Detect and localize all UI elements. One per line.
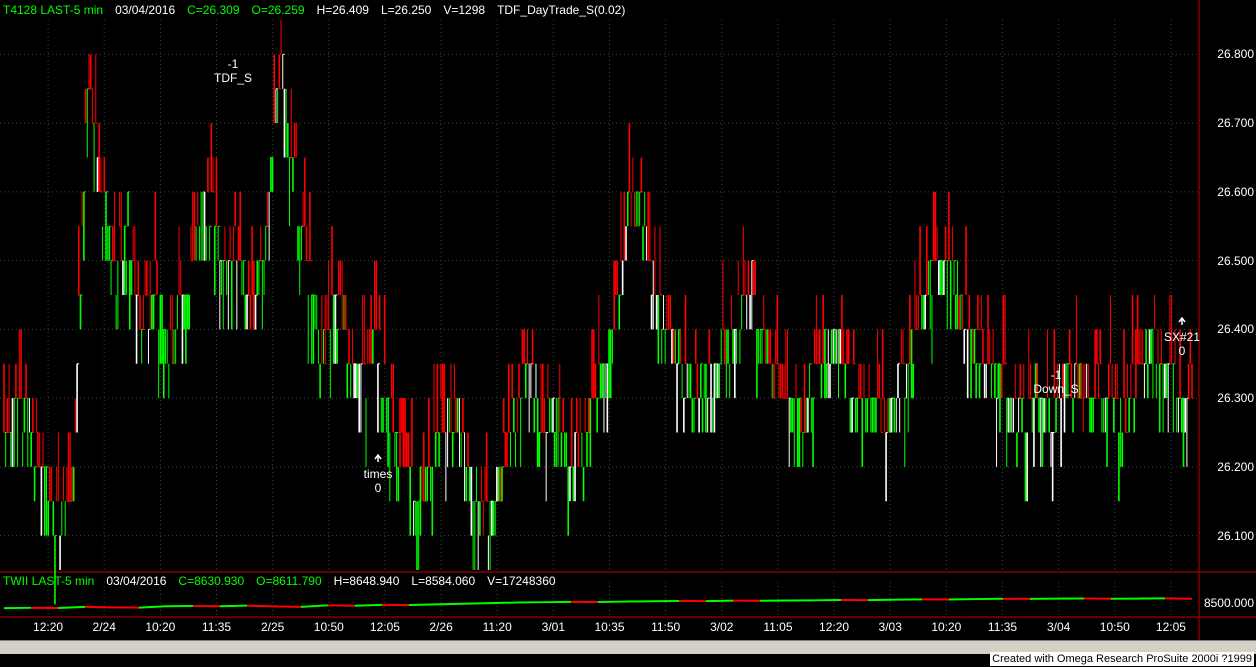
time-axis-label: 11:05: [763, 620, 793, 634]
price-axis-label: 26.700: [1217, 116, 1254, 131]
time-axis-label: 12:05: [369, 620, 400, 634]
sub-symbol: TWII LAST-5 min: [3, 574, 95, 588]
index-line-segment: [273, 605, 302, 608]
time-axis-label: 2/24: [92, 620, 116, 634]
main-volume: V=1298: [443, 3, 486, 17]
main-chart-header: T4128 LAST-5 min 03/04/2016 C=26.309 O=26.2…: [3, 3, 637, 17]
main-symbol: T4128 LAST-5 min: [3, 3, 104, 17]
annotation-times-label: times: [363, 467, 393, 481]
price-axis-label: 26.500: [1217, 253, 1254, 268]
annotation-tdf-s: -1 TDF_S: [214, 57, 252, 85]
price-axis-label: 26.100: [1217, 528, 1254, 543]
annotation-tdf-s-value: -1: [227, 57, 239, 71]
chart-window: T4128 LAST-5 min 03/04/2016 C=26.309 O=26.2…: [0, 0, 1256, 667]
main-open: O=26.259: [251, 3, 305, 17]
time-axis-label: 3/03: [878, 620, 902, 634]
index-line-segment: [435, 602, 464, 606]
price-axis-label: 26.800: [1217, 47, 1254, 62]
annotation-down-s-label: Down_S: [1033, 382, 1079, 396]
time-axis-label: 11:35: [201, 620, 232, 634]
time-axis-label: 12:05: [1155, 620, 1186, 634]
price-axis-label: 26.400: [1217, 322, 1254, 337]
annotation-times: times 0: [364, 467, 393, 495]
price-axis-label: 26.200: [1217, 459, 1254, 474]
time-axis-label: 2/25: [260, 620, 285, 634]
index-line-segment: [462, 602, 491, 605]
sub-open: O=8611.790: [256, 574, 322, 588]
index-line-segment: [138, 605, 167, 609]
annotation-down-s: -1 Down_S: [1033, 368, 1078, 396]
annotation-tdf-s-label: TDF_S: [213, 71, 253, 85]
annotation-times-value: 0: [374, 481, 382, 495]
time-axis-label: 10:20: [931, 620, 962, 634]
index-line-segment: [354, 603, 383, 607]
index-line-segment: [705, 599, 734, 603]
main-date: 03/04/2016: [115, 3, 176, 17]
main-high: H=26.409: [316, 3, 369, 17]
index-line-segment: [57, 605, 86, 609]
sub-high: H=8648.940: [333, 574, 400, 588]
study-name: TDF_DayTrade_S(0.02): [497, 3, 626, 17]
sub-chart-header: TWII LAST-5 min 03/04/2016 C=8630.930 O=861…: [3, 574, 568, 588]
time-axis-label: 2/26: [429, 620, 453, 634]
price-axis-label: 26.300: [1217, 391, 1254, 406]
index-line-segment: [219, 604, 248, 608]
index-line-segment: [84, 605, 113, 609]
annotation-sx-label: SX#21: [1163, 330, 1201, 344]
sub-low: L=8584.060: [411, 574, 476, 588]
time-axis-label: 10:50: [1099, 620, 1130, 634]
credit-text: Created with Omega Research ProSuite 200…: [990, 652, 1254, 666]
annotation-down-s-value: -1: [1050, 368, 1062, 382]
index-line-segment: [489, 601, 518, 605]
price-axis-label: 26.600: [1217, 184, 1254, 199]
time-axis-label: 3/01: [541, 620, 566, 634]
sub-date: 03/04/2016: [106, 574, 167, 588]
main-close: C=26.309: [187, 3, 240, 17]
sub-close: C=8630.930: [178, 574, 245, 588]
time-axis-label: 11:35: [987, 620, 1018, 634]
sub-axis-label: 8500.000: [1203, 595, 1254, 610]
price-chart[interactable]: [0, 0, 1256, 667]
time-axis-label: 10:50: [313, 620, 344, 634]
index-line-segment: [300, 604, 329, 608]
sub-volume: V=17248360: [487, 574, 556, 588]
annotation-sx: SX#21 0: [1164, 330, 1200, 358]
time-axis-label: 10:20: [145, 620, 176, 634]
time-axis-label: 11:50: [651, 620, 681, 634]
index-line-segment: [408, 603, 437, 606]
time-axis-label: 3/02: [710, 620, 734, 634]
time-axis-label: 3/04: [1046, 620, 1071, 634]
time-axis-label: 12:20: [33, 620, 64, 634]
time-axis-label: 10:35: [594, 620, 625, 634]
time-axis-label: 12:20: [819, 620, 850, 634]
main-low: L=26.250: [380, 3, 432, 17]
index-line-segment: [246, 604, 275, 608]
annotation-sx-value: 0: [1178, 344, 1186, 358]
time-axis-label: 11:20: [482, 620, 512, 634]
